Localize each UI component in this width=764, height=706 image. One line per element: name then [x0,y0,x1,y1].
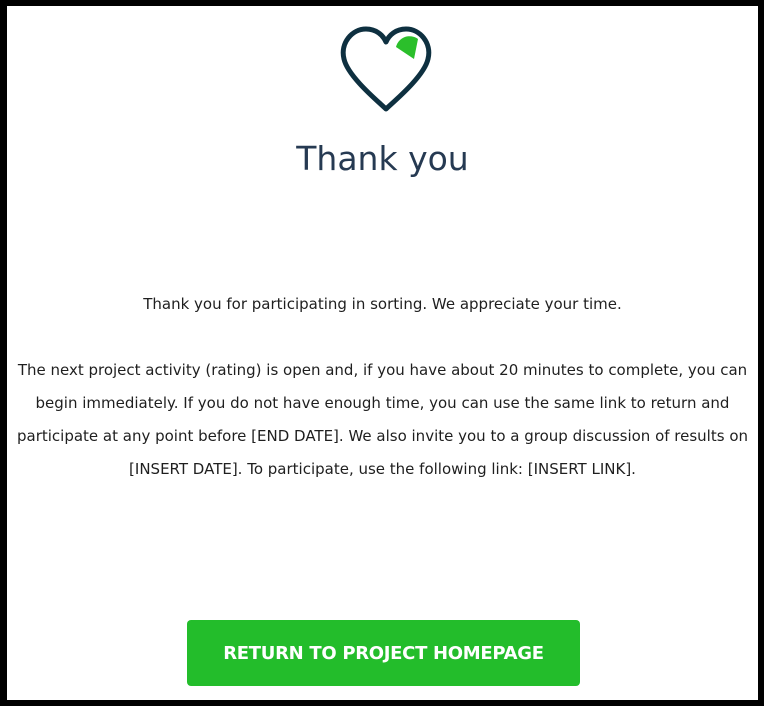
thank-you-panel: Thank you Thank you for participating in… [7,6,758,700]
message-paragraph: Thank you for participating in sorting. … [143,295,622,313]
heart-icon [338,23,434,115]
thank-you-message: Thank you for participating in sorting. … [7,288,758,486]
return-to-homepage-button[interactable]: RETURN TO PROJECT HOMEPAGE [187,620,580,686]
next-steps-paragraph: The next project activity (rating) is op… [16,361,748,478]
page-title: Thank you [296,139,469,178]
